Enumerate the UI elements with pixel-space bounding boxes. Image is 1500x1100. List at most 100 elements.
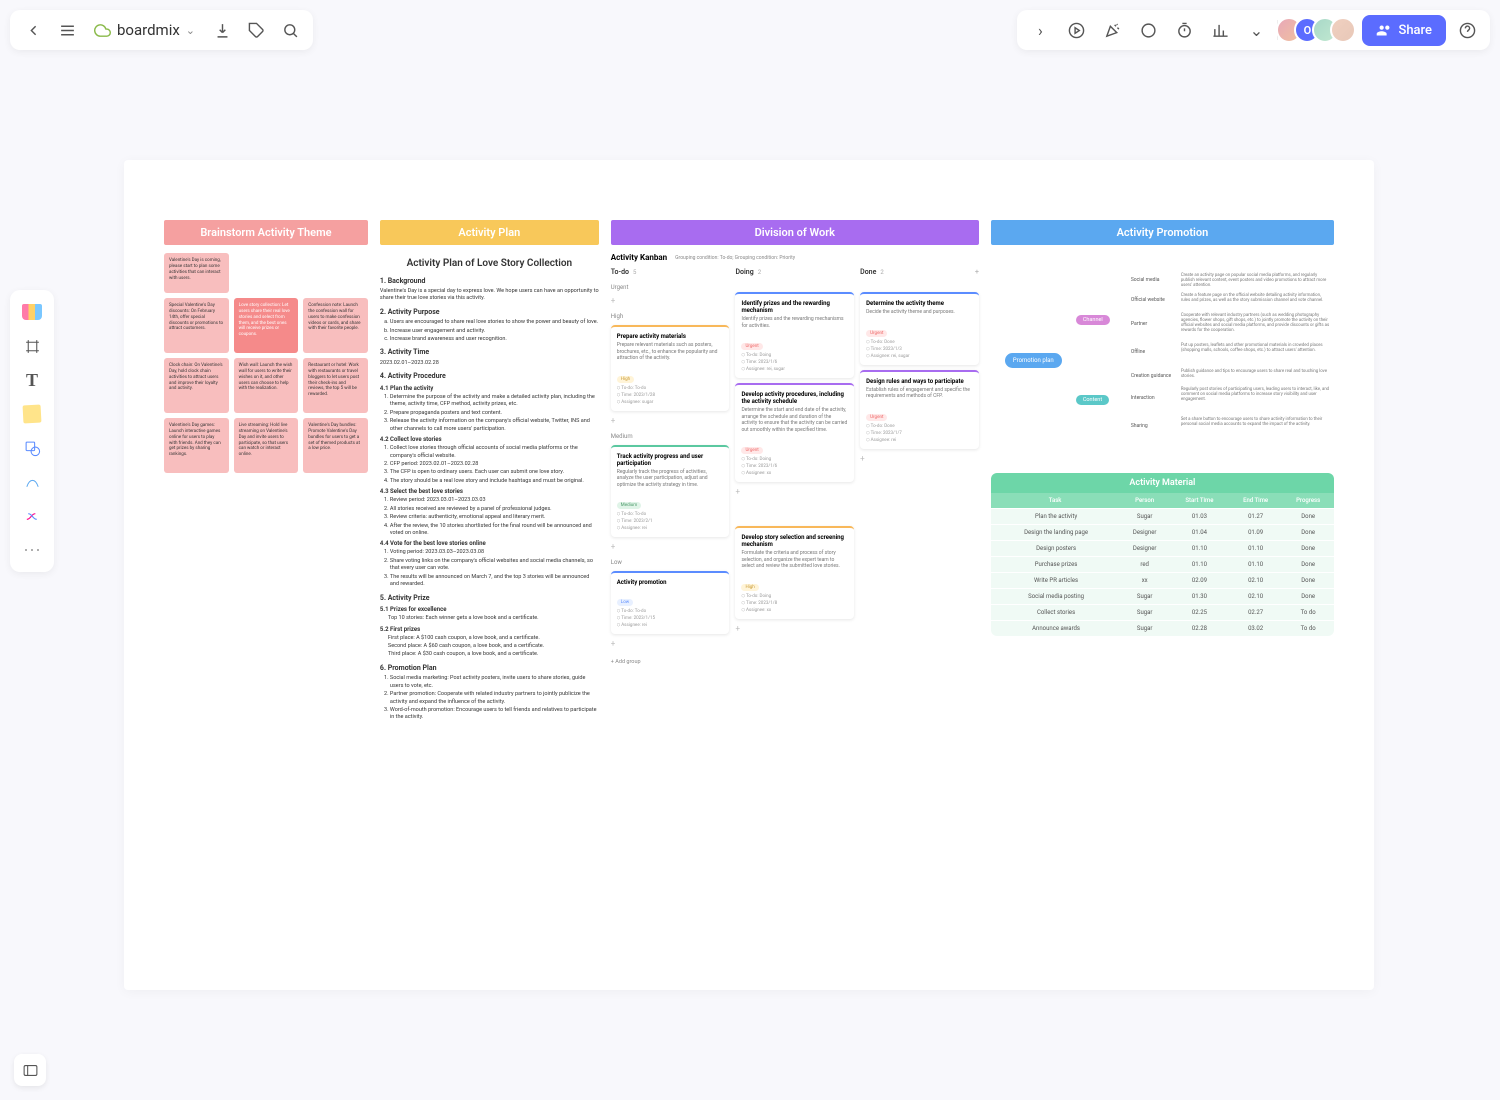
mm-node[interactable]: Sharing: [1131, 423, 1148, 429]
mm-node[interactable]: Creation guidance: [1131, 373, 1171, 379]
doc-title[interactable]: boardmix ⌄: [86, 21, 203, 39]
user-plus-icon: [1376, 22, 1393, 39]
table-row[interactable]: Write PR articlesxx02.0902.10Done: [991, 573, 1334, 589]
expand-button[interactable]: ›: [1025, 15, 1055, 45]
avatar[interactable]: [1330, 17, 1356, 43]
kanban-card[interactable]: Activity promotionLowTo-do: To-doTime: 2…: [611, 571, 730, 634]
help-button[interactable]: [1452, 15, 1482, 45]
celebrate-button[interactable]: [1097, 15, 1127, 45]
table-row[interactable]: Design postersDesigner01.1001.10Done: [991, 541, 1334, 557]
mm-root[interactable]: Promotion plan: [1005, 353, 1062, 368]
mm-node[interactable]: Social media: [1131, 277, 1160, 283]
text-button[interactable]: T: [16, 364, 48, 396]
mindmap[interactable]: Promotion plan Channel Content Social me…: [991, 273, 1334, 453]
mm-node[interactable]: Partner: [1131, 321, 1147, 327]
sticky-icon: [23, 405, 42, 424]
sticky-note[interactable]: Special Valentine's Day discounts: On Fe…: [164, 298, 229, 353]
table-row[interactable]: Design the landing pageDesigner01.0401.0…: [991, 525, 1334, 541]
plan-column: Activity Plan Activity Plan of Love Stor…: [380, 220, 599, 723]
sticky-note[interactable]: Restaurant or hotel: Work with restauran…: [303, 358, 368, 413]
kanban-card[interactable]: Design rules and ways to participateEsta…: [860, 370, 979, 449]
add-card[interactable]: +: [735, 487, 854, 496]
sticky-note[interactable]: Valentine's Day bundles: Promote Valenti…: [303, 418, 368, 473]
add-group[interactable]: + Add group: [611, 659, 730, 665]
shape-button[interactable]: [16, 432, 48, 464]
mm-node[interactable]: Channel: [1076, 315, 1110, 325]
table-row[interactable]: Announce awardsSugar02.2803.02To do: [991, 621, 1334, 637]
column-header: Brainstorm Activity Theme: [164, 220, 368, 245]
plan-document[interactable]: Activity Plan of Love Story Collection 1…: [380, 253, 599, 723]
brainstorm-column: Brainstorm Activity Theme Valentine's Da…: [164, 220, 368, 473]
table-row[interactable]: Plan the activitySugar01.0301.27Done: [991, 509, 1334, 525]
mm-node[interactable]: Offline: [1131, 349, 1145, 355]
minimap-button[interactable]: [14, 1054, 46, 1086]
kanban-col-todo: To-do5 Urgent + High Prepare activity ma…: [611, 268, 730, 665]
add-card[interactable]: +: [735, 624, 854, 633]
sticky-note[interactable]: Valentine's Day games: Launch interactiv…: [164, 418, 229, 473]
notes-grid: Valentine's Day is coming, please start …: [164, 253, 368, 473]
chevron-down-icon: ⌄: [186, 24, 195, 37]
table-header-row: TaskPersonStart TimeEnd TimeProgress: [991, 493, 1334, 509]
more-button[interactable]: ⌄: [1241, 15, 1271, 45]
kanban-card[interactable]: Prepare activity materialsPrepare releva…: [611, 325, 730, 411]
kanban-column: Division of Work Activity KanbanGrouping…: [611, 220, 979, 665]
kanban-card[interactable]: Identify prizes and the rewarding mechan…: [735, 292, 854, 378]
canvas[interactable]: Brainstorm Activity Theme Valentine's Da…: [124, 160, 1374, 990]
add-card[interactable]: +: [860, 454, 979, 463]
sticky-note[interactable]: Love story collection: Let users share t…: [234, 298, 299, 353]
line-button[interactable]: [16, 466, 48, 498]
sticky-note[interactable]: Live streaming: Hold live streaming on V…: [234, 418, 299, 473]
add-card[interactable]: +: [611, 296, 730, 305]
sticky-note[interactable]: Clock chain: On Valentine's Day, hold cl…: [164, 358, 229, 413]
table-row[interactable]: Collect storiesSugar02.2502.27To do: [991, 605, 1334, 621]
avatars[interactable]: O: [1284, 17, 1356, 43]
share-button[interactable]: Share: [1362, 15, 1446, 46]
mm-node[interactable]: Interaction: [1131, 395, 1155, 401]
table-title: Activity Material: [991, 473, 1334, 493]
kanban-col-doing: Doing2 Identify prizes and the rewarding…: [735, 268, 854, 665]
kanban-board: To-do5 Urgent + High Prepare activity ma…: [611, 268, 979, 665]
chart-button[interactable]: [1205, 15, 1235, 45]
table-row[interactable]: Social media postingSugar01.3002.10Done: [991, 589, 1334, 605]
doc-title-text: boardmix: [117, 21, 180, 39]
download-button[interactable]: [207, 15, 237, 45]
kanban-col-done: Done2+ Determine the activity themeDecid…: [860, 268, 979, 665]
kanban-title: Activity KanbanGrouping condition: To-do…: [611, 253, 979, 262]
topbar-right: › ⌄ O Share: [1017, 10, 1490, 50]
add-card[interactable]: +: [611, 639, 730, 648]
menu-button[interactable]: [52, 15, 82, 45]
sticky-note[interactable]: Valentine's Day is coming, please start …: [164, 253, 229, 293]
sticky-button[interactable]: [16, 398, 48, 430]
timer-button[interactable]: [1169, 15, 1199, 45]
promotion-column: Activity Promotion Promotion plan Channe…: [991, 220, 1334, 636]
templates-button[interactable]: [16, 296, 48, 328]
search-button[interactable]: [275, 15, 305, 45]
add-card[interactable]: +: [611, 542, 730, 551]
kanban-card[interactable]: Develop story selection and screening me…: [735, 526, 854, 619]
column-header: Activity Plan: [380, 220, 599, 245]
cloud-icon: [94, 22, 111, 39]
tag-button[interactable]: [241, 15, 271, 45]
mm-node[interactable]: Official website: [1131, 297, 1165, 303]
comment-button[interactable]: [1133, 15, 1163, 45]
frame-button[interactable]: [16, 330, 48, 362]
column-header: Division of Work: [611, 220, 979, 245]
templates-icon: [22, 304, 42, 320]
back-button[interactable]: [18, 15, 48, 45]
kanban-card[interactable]: Develop activity procedures, including t…: [735, 383, 854, 482]
mm-node[interactable]: Content: [1076, 395, 1109, 405]
column-header: Activity Promotion: [991, 220, 1334, 245]
sticky-note[interactable]: Confession note: Launch the confession w…: [303, 298, 368, 353]
topbar-left: boardmix ⌄: [10, 10, 313, 50]
side-toolbar: T ⋯: [10, 290, 54, 572]
material-table[interactable]: Activity Material TaskPersonStart TimeEn…: [991, 473, 1334, 636]
add-card[interactable]: +: [611, 416, 730, 425]
kanban-card[interactable]: Track activity progress and user partici…: [611, 445, 730, 538]
sticky-note[interactable]: Wish wall: Launch the wish wall for user…: [234, 358, 299, 413]
doc-title: Activity Plan of Love Story Collection: [380, 257, 599, 271]
table-row[interactable]: Purchase prizesred01.1001.10Done: [991, 557, 1334, 573]
more-tools-button[interactable]: ⋯: [16, 534, 48, 566]
play-button[interactable]: [1061, 15, 1091, 45]
connector-button[interactable]: [16, 500, 48, 532]
kanban-card[interactable]: Determine the activity themeDecide the a…: [860, 292, 979, 365]
